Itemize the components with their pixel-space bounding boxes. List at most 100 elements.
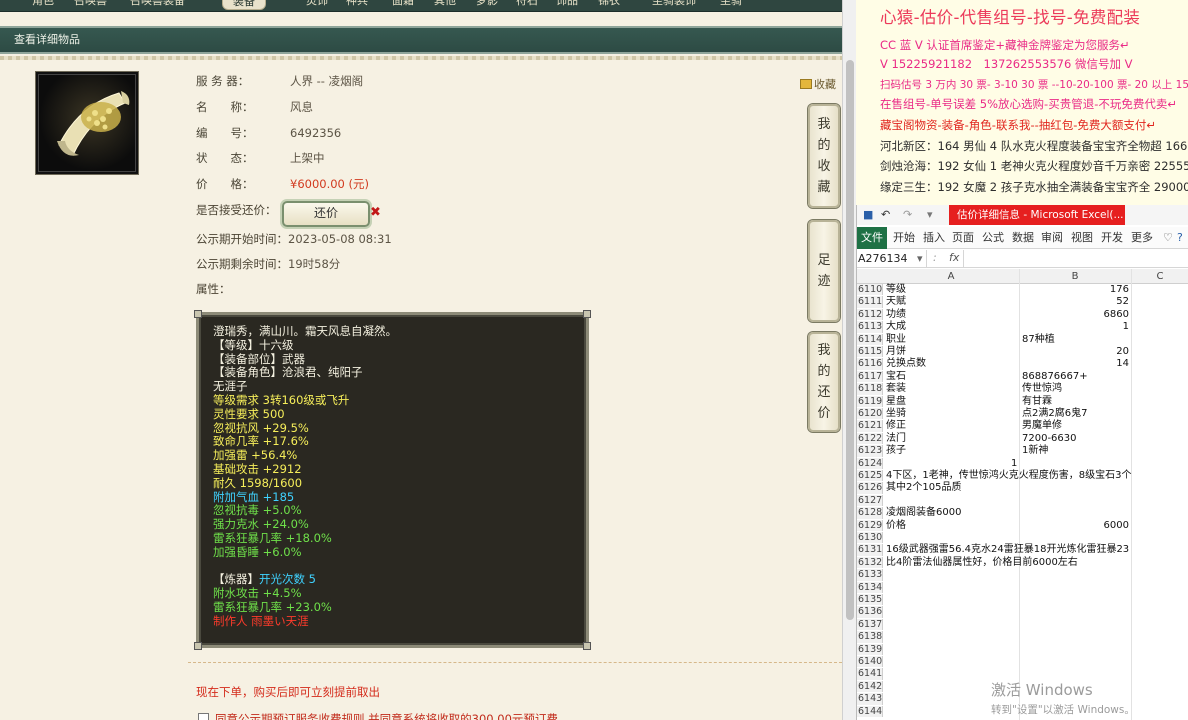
nav-tab[interactable]: 神兵: [336, 0, 378, 10]
help-icon[interactable]: ?: [1177, 227, 1183, 249]
column-header-a[interactable]: A: [883, 269, 1019, 284]
tab-home[interactable]: 开始: [893, 227, 915, 249]
row-number[interactable]: 6138: [857, 631, 883, 643]
cell-a[interactable]: 套装: [886, 383, 906, 394]
page-scrollbar[interactable]: [842, 0, 856, 720]
column-header-b[interactable]: B: [1019, 269, 1131, 284]
cell-a[interactable]: 4下区，1老神，传世惊鸿火克火程度伤害，8级宝石3个: [886, 470, 1131, 481]
sheet-row[interactable]: 6114 职业 87种植: [857, 333, 1188, 345]
cell-a[interactable]: 月饼: [886, 346, 906, 357]
cell-a[interactable]: 大成: [886, 321, 906, 332]
sheet-row[interactable]: 6136: [857, 606, 1188, 618]
sheet-row[interactable]: 6124 1: [857, 457, 1188, 469]
row-number[interactable]: 6124: [857, 457, 883, 469]
nav-tab[interactable]: 灵饰: [296, 0, 338, 10]
sheet-row[interactable]: 6115 月饼 20: [857, 346, 1188, 358]
cell-a[interactable]: 法门: [886, 433, 906, 444]
save-icon[interactable]: ■: [863, 208, 873, 221]
tab-formulas[interactable]: 公式: [982, 227, 1004, 249]
tab-developer[interactable]: 开发: [1101, 227, 1123, 249]
row-number[interactable]: 6130: [857, 532, 883, 544]
cell-b[interactable]: 7200-6630: [1022, 433, 1077, 444]
nav-tab[interactable]: 召唤兽装备: [120, 0, 195, 10]
cell-a[interactable]: 价格: [886, 520, 906, 531]
sheet-row[interactable]: 6112 功绩 6860: [857, 308, 1188, 321]
sheet-row[interactable]: 6133: [857, 569, 1188, 581]
tab-insert[interactable]: 插入: [923, 227, 945, 249]
cell-a[interactable]: 修正: [886, 420, 906, 431]
heart-icon[interactable]: ♡: [1163, 227, 1173, 249]
sheet-row[interactable]: 6119 星盘 有甘霖: [857, 395, 1188, 407]
tab-page[interactable]: 页面: [952, 227, 974, 249]
row-number[interactable]: 6128: [857, 507, 883, 519]
row-number[interactable]: 6121: [857, 420, 883, 432]
cell-b[interactable]: 传世惊鸿: [1022, 383, 1062, 394]
cell-b[interactable]: 1新神: [1022, 445, 1048, 456]
tab-data[interactable]: 数据: [1012, 227, 1034, 249]
sheet-row[interactable]: 6140: [857, 656, 1188, 668]
sheet-row[interactable]: 6131 16级武器强雷56.4克水24雷狂暴18开光炼化雷狂暴23: [857, 544, 1188, 556]
cell-a[interactable]: 星盘: [886, 396, 906, 407]
agreement-checkbox[interactable]: [198, 713, 209, 720]
row-number[interactable]: 6122: [857, 432, 883, 445]
row-number[interactable]: 6110: [857, 284, 883, 296]
cell-b[interactable]: 1: [1123, 321, 1129, 332]
row-number[interactable]: 6120: [857, 408, 883, 420]
row-number[interactable]: 6131: [857, 544, 883, 556]
bargain-button[interactable]: 还价: [282, 201, 370, 227]
cell-b[interactable]: 868876667+: [1022, 371, 1088, 382]
sheet-row[interactable]: 6111 天赋 52: [857, 296, 1188, 308]
row-number[interactable]: 6133: [857, 569, 883, 581]
row-number[interactable]: 6129: [857, 519, 883, 531]
tab-view[interactable]: 视图: [1071, 227, 1093, 249]
row-number[interactable]: 6140: [857, 656, 883, 668]
cell-b[interactable]: 14: [1116, 358, 1129, 369]
sheet-row[interactable]: 6139: [857, 643, 1188, 655]
cell-a[interactable]: 等级: [886, 284, 906, 295]
favorite-link[interactable]: 收藏: [800, 76, 836, 92]
cell-b[interactable]: 6860: [1104, 309, 1129, 320]
sheet-row[interactable]: 6121 修正 男魔单修: [857, 420, 1188, 432]
sheet-row[interactable]: 6113 大成 1: [857, 321, 1188, 333]
nav-tab[interactable]: 饰品: [546, 0, 588, 10]
cell-a[interactable]: 兑换点数: [886, 358, 926, 369]
sheet-row[interactable]: 6110 等级 176: [857, 284, 1188, 296]
sheet-row[interactable]: 6123 孩子 1新神: [857, 445, 1188, 457]
sheet-row[interactable]: 6135: [857, 594, 1188, 606]
row-number[interactable]: 6123: [857, 445, 883, 457]
row-number[interactable]: 6119: [857, 395, 883, 407]
row-number[interactable]: 6116: [857, 358, 883, 370]
sheet-row[interactable]: 6128 凌烟阁装备6000: [857, 507, 1188, 519]
my-bargains-tab[interactable]: 我 的 还 价: [808, 332, 840, 432]
cell-a[interactable]: 16级武器强雷56.4克水24雷狂暴18开光炼化雷狂暴23: [886, 544, 1129, 555]
undo-icon[interactable]: ↶: [881, 208, 890, 221]
scrollbar-thumb[interactable]: [846, 60, 854, 620]
row-number[interactable]: 6118: [857, 383, 883, 395]
sheet-row[interactable]: 6118 套装 传世惊鸿: [857, 383, 1188, 395]
row-number[interactable]: 6141: [857, 668, 883, 680]
row-number[interactable]: 6135: [857, 594, 883, 606]
cell-b[interactable]: 有甘霖: [1022, 396, 1052, 407]
cell-a[interactable]: 比4阶雷法仙器属性好，价格目前6000左右: [886, 557, 1078, 568]
cell-a[interactable]: 宝石: [886, 371, 906, 382]
cell-b[interactable]: 52: [1116, 296, 1129, 307]
tab-review[interactable]: 审阅: [1041, 227, 1063, 249]
sheet-row[interactable]: 6129 价格 6000: [857, 519, 1188, 531]
cell-a[interactable]: 其中2个105品质: [886, 482, 961, 493]
cell-a[interactable]: 功绩: [886, 309, 906, 320]
cell-a[interactable]: 职业: [886, 334, 906, 345]
cell-b[interactable]: 6000: [1104, 520, 1129, 531]
cell-a[interactable]: 坐骑: [886, 408, 906, 419]
row-number[interactable]: 6115: [857, 346, 883, 358]
row-number[interactable]: 6126: [857, 482, 883, 494]
sheet-row[interactable]: 6116 兑换点数 14: [857, 358, 1188, 370]
row-number[interactable]: 6127: [857, 494, 883, 507]
sheet-row[interactable]: 6120 坐骑 点2满2腐6鬼7: [857, 408, 1188, 420]
my-favorites-tab[interactable]: 我 的 收 藏: [808, 104, 840, 208]
sheet-row[interactable]: 6127: [857, 494, 1188, 507]
nav-tab[interactable]: 装备: [222, 0, 266, 10]
cell-a[interactable]: 凌烟阁装备6000: [886, 507, 961, 518]
row-number[interactable]: 6136: [857, 606, 883, 618]
row-number[interactable]: 6132: [857, 556, 883, 569]
nav-tab[interactable]: 召唤兽: [64, 0, 117, 10]
